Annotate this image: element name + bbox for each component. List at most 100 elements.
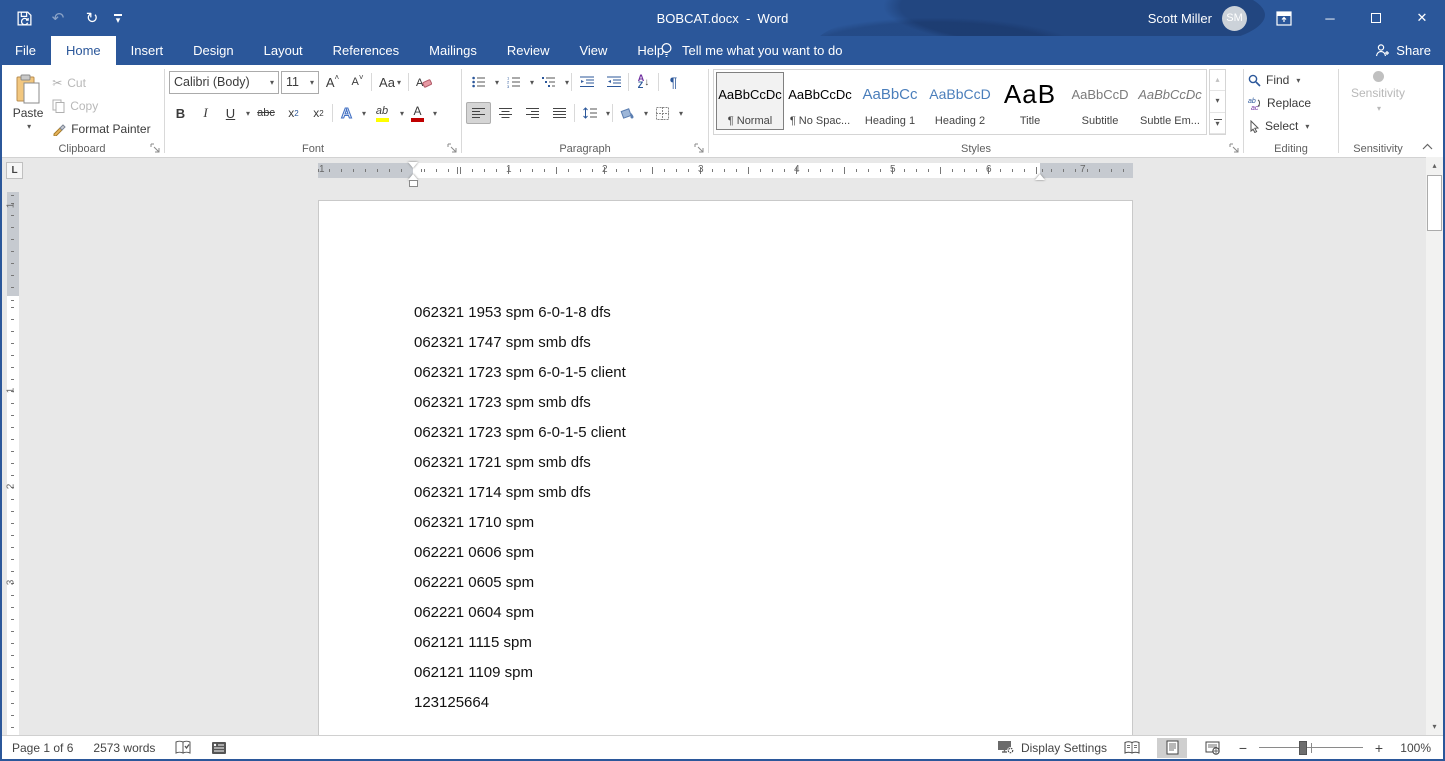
scroll-down-icon[interactable]: ▾: [1427, 719, 1442, 734]
highlight-caret-icon[interactable]: ▾: [400, 109, 404, 118]
macro-record-icon[interactable]: [211, 741, 227, 755]
hanging-indent-marker[interactable]: [408, 169, 418, 180]
minimize-button[interactable]: ─: [1307, 0, 1353, 36]
justify-button[interactable]: [547, 102, 572, 124]
document-line[interactable]: 062321 1723 spm 6-0-1-5 client: [414, 418, 1132, 448]
display-settings-button[interactable]: Display Settings: [997, 740, 1107, 755]
borders-button[interactable]: [650, 102, 675, 124]
format-painter-button[interactable]: Format Painter: [52, 119, 160, 139]
sensitivity-button[interactable]: Sensitivity: [1351, 86, 1405, 100]
tell-me-box[interactable]: Tell me what you want to do: [659, 36, 842, 65]
zoom-level[interactable]: 100%: [1395, 741, 1431, 755]
select-button[interactable]: Select ▾: [1248, 116, 1334, 136]
ribbon-tab[interactable]: Design: [178, 36, 248, 65]
clipboard-dialog-launcher-icon[interactable]: [150, 143, 161, 154]
text-effects-button[interactable]: A: [335, 102, 358, 124]
user-name[interactable]: Scott Miller: [1148, 11, 1212, 26]
styles-gallery-more-icon[interactable]: ▾: [1210, 113, 1225, 134]
document-line[interactable]: 062321 1721 spm smb dfs: [414, 448, 1132, 478]
redo-icon[interactable]: ↻: [80, 6, 104, 30]
document-line[interactable]: 123125664: [414, 688, 1132, 718]
paragraph-dialog-launcher-icon[interactable]: [694, 143, 705, 154]
subscript-button[interactable]: x2: [282, 102, 305, 124]
borders-caret-icon[interactable]: ▾: [679, 109, 683, 118]
style-card[interactable]: AaBbCcDc Subtle Em...: [1136, 72, 1204, 130]
zoom-out-button[interactable]: −: [1237, 740, 1249, 756]
bold-button[interactable]: B: [169, 102, 192, 124]
avatar[interactable]: SM: [1222, 6, 1247, 31]
underline-caret-icon[interactable]: ▾: [246, 109, 250, 118]
styles-dialog-launcher-icon[interactable]: [1229, 143, 1240, 154]
clear-formatting-button[interactable]: A: [411, 71, 437, 93]
document-line[interactable]: 062121 1109 spm: [414, 658, 1132, 688]
text-effects-caret-icon[interactable]: ▾: [362, 109, 366, 118]
ribbon-tab[interactable]: Layout: [249, 36, 318, 65]
increase-indent-button[interactable]: [601, 71, 626, 93]
document-line[interactable]: 062321 1723 spm 6-0-1-5 client: [414, 358, 1132, 388]
close-button[interactable]: ✕: [1399, 0, 1445, 36]
font-color-caret-icon[interactable]: ▾: [433, 109, 437, 118]
style-card[interactable]: AaB Title: [996, 72, 1064, 130]
font-name-combo[interactable]: Calibri (Body)▾: [169, 71, 279, 94]
shading-caret-icon[interactable]: ▾: [644, 109, 648, 118]
superscript-button[interactable]: x2: [307, 102, 330, 124]
document-line[interactable]: 062221 0606 spm: [414, 538, 1132, 568]
style-card[interactable]: AaBbCcDc ¶ Normal: [716, 72, 784, 130]
proofing-check-icon[interactable]: [175, 740, 191, 755]
style-card[interactable]: AaBbCcD Heading 2: [926, 72, 994, 130]
ribbon-tab[interactable]: Review: [492, 36, 565, 65]
font-color-button[interactable]: A: [406, 102, 429, 124]
show-hide-paragraph-button[interactable]: ¶: [661, 71, 686, 93]
bullets-button[interactable]: [466, 71, 491, 93]
ribbon-tab[interactable]: Mailings: [414, 36, 492, 65]
shading-button[interactable]: [615, 102, 640, 124]
italic-button[interactable]: I: [194, 102, 217, 124]
ribbon-tab[interactable]: File: [0, 36, 51, 65]
left-indent-marker[interactable]: [409, 180, 418, 187]
align-left-button[interactable]: [466, 102, 491, 124]
line-spacing-caret-icon[interactable]: ▾: [606, 109, 610, 118]
scroll-up-icon[interactable]: ▴: [1427, 158, 1442, 173]
bullets-caret-icon[interactable]: ▾: [495, 78, 499, 87]
document-line[interactable]: 062321 1710 spm: [414, 508, 1132, 538]
change-case-button[interactable]: Aa▾: [374, 71, 406, 93]
right-indent-marker[interactable]: [1035, 169, 1045, 180]
ribbon-tab[interactable]: View: [564, 36, 622, 65]
document-page[interactable]: 062321 1953 spm 6-0-1-8 dfs062321 1747 s…: [318, 200, 1133, 735]
style-card[interactable]: AaBbCcD Subtitle: [1066, 72, 1134, 130]
line-spacing-button[interactable]: [577, 102, 602, 124]
document-line[interactable]: 062321 1747 spm smb dfs: [414, 328, 1132, 358]
find-button[interactable]: Find ▾: [1248, 70, 1334, 90]
save-icon[interactable]: [12, 6, 36, 30]
word-count[interactable]: 2573 words: [93, 741, 155, 755]
strikethrough-button[interactable]: abc: [252, 102, 280, 124]
vertical-scrollbar[interactable]: ▴ ▾: [1426, 157, 1443, 735]
align-center-button[interactable]: [493, 102, 518, 124]
undo-icon[interactable]: ↶: [46, 6, 70, 30]
highlight-color-button[interactable]: ab: [368, 102, 396, 124]
grow-font-button[interactable]: A˄: [321, 71, 344, 93]
document-line[interactable]: 062221 0604 spm: [414, 598, 1132, 628]
styles-scroll-down-icon[interactable]: ▾: [1210, 91, 1225, 112]
document-line[interactable]: 062221 0605 spm: [414, 568, 1132, 598]
style-card[interactable]: AaBbCc Heading 1: [856, 72, 924, 130]
numbering-button[interactable]: 123: [501, 71, 526, 93]
zoom-in-button[interactable]: +: [1373, 740, 1385, 756]
web-layout-button[interactable]: [1197, 738, 1227, 758]
cut-button[interactable]: ✂ Cut: [52, 73, 160, 93]
copy-button[interactable]: Copy: [52, 96, 160, 116]
horizontal-ruler[interactable]: 1 123456 7: [318, 163, 1133, 178]
zoom-slider-thumb[interactable]: [1299, 741, 1307, 755]
ribbon-tab[interactable]: Home: [51, 36, 116, 65]
align-right-button[interactable]: [520, 102, 545, 124]
ribbon-tab[interactable]: Insert: [116, 36, 179, 65]
page-indicator[interactable]: Page 1 of 6: [12, 741, 73, 755]
document-line[interactable]: 062321 1714 spm smb dfs: [414, 478, 1132, 508]
customize-quick-access-toolbar-icon[interactable]: ▾: [114, 14, 122, 23]
paste-button[interactable]: Paste ▾: [4, 69, 52, 139]
maximize-button[interactable]: [1353, 0, 1399, 36]
decrease-indent-button[interactable]: [574, 71, 599, 93]
multilevel-list-button[interactable]: [536, 71, 561, 93]
underline-button[interactable]: U: [219, 102, 242, 124]
read-mode-button[interactable]: [1117, 738, 1147, 758]
